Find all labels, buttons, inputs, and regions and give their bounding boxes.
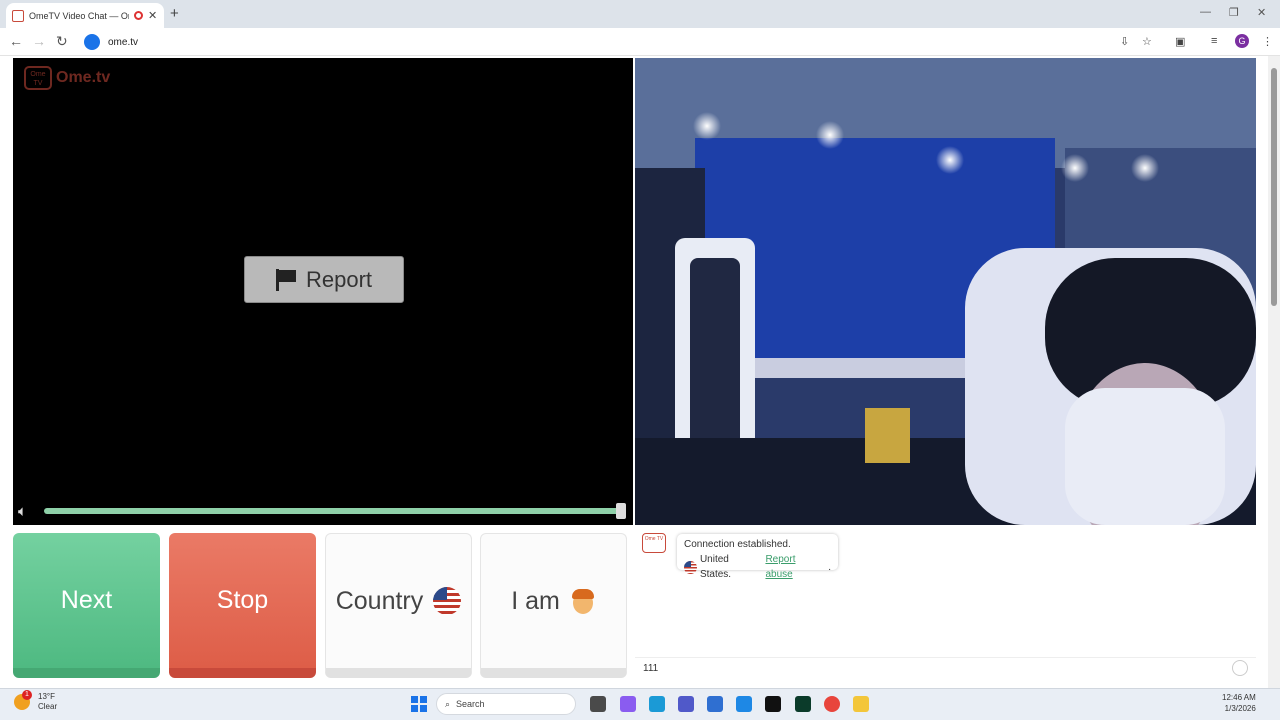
copilot-icon[interactable]	[620, 696, 636, 712]
weather-condition: Clear	[38, 702, 58, 711]
smiley-icon[interactable]	[1232, 660, 1248, 676]
new-tab-button[interactable]: +	[170, 5, 179, 22]
country-filter-button[interactable]: Country	[325, 533, 472, 678]
volume-slider[interactable]	[44, 508, 622, 514]
boy-emoji-icon	[570, 587, 596, 615]
chrome-icon[interactable]	[824, 696, 840, 712]
notification-badge: 1	[22, 690, 32, 700]
next-button[interactable]: Next	[13, 533, 160, 678]
tab-close-icon[interactable]: ✕	[148, 9, 157, 22]
clock-date: 1/3/2026	[1224, 704, 1256, 713]
gender-filter-button[interactable]: I am	[480, 533, 627, 678]
flag-icon	[275, 268, 296, 291]
address-bar[interactable]: ome.tv	[80, 31, 1140, 53]
windows-taskbar	[0, 688, 1280, 720]
url-text: ome.tv	[108, 36, 139, 48]
window-close-button[interactable]: ✕	[1257, 6, 1266, 19]
minimize-button[interactable]: —	[1200, 6, 1211, 18]
self-camera-video	[635, 58, 1256, 525]
menu-icon[interactable]: ⋮	[1262, 35, 1273, 48]
us-flag-small-icon	[684, 560, 697, 574]
forward-icon[interactable]: →	[32, 33, 46, 49]
ometv-chat-logo-icon: Ome TV	[642, 533, 666, 553]
clock-time: 12:46 AM	[1222, 693, 1256, 702]
site-info-icon[interactable]	[84, 34, 100, 50]
ometv-favicon-icon	[12, 9, 24, 22]
tab-title: OmeTV Video Chat — Ome	[29, 10, 129, 21]
reload-icon[interactable]: ↻	[56, 33, 68, 50]
report-button[interactable]: Report	[244, 256, 404, 303]
task-view-icon[interactable]	[590, 696, 606, 712]
camera-feed-image	[635, 58, 1256, 525]
volume-slider-handle[interactable]	[616, 503, 626, 519]
speaker-icon[interactable]: 🔈︎	[18, 503, 27, 520]
bookmark-star-icon[interactable]: ☆	[1142, 35, 1152, 48]
edge-icon[interactable]	[649, 696, 665, 712]
windows-start-icon[interactable]	[411, 696, 427, 712]
next-label: Next	[60, 586, 113, 614]
file-explorer-icon[interactable]	[853, 696, 869, 712]
system-message: Connection established. United States. R…	[677, 534, 838, 580]
browser-tab[interactable]: OmeTV Video Chat — Ome ✕	[6, 3, 164, 28]
search-placeholder: Search	[456, 699, 485, 709]
mail-icon[interactable]	[736, 696, 752, 712]
logo-text: Ome.tv	[56, 69, 111, 86]
connection-status-text: Connection established.	[684, 539, 791, 550]
profile-avatar[interactable]: G	[1235, 34, 1249, 48]
recording-indicator-icon	[134, 11, 143, 20]
search-icon: ⌕	[445, 698, 451, 709]
temperature: 13°F	[38, 692, 55, 701]
back-icon[interactable]: ←	[9, 33, 23, 49]
install-app-icon[interactable]: ⇩	[1120, 35, 1129, 48]
tab-strip	[0, 0, 1280, 28]
iam-label: I am	[511, 586, 560, 615]
stop-button[interactable]: Stop	[169, 533, 316, 678]
report-label: Report	[305, 266, 373, 292]
restore-button[interactable]: ❐	[1229, 6, 1239, 19]
system-clock[interactable]: 12:46 AM 1/3/2026	[1222, 692, 1256, 714]
store-icon[interactable]	[707, 696, 723, 712]
teams-icon[interactable]	[678, 696, 694, 712]
stop-label: Stop	[216, 586, 269, 614]
tiktok-icon[interactable]	[765, 696, 781, 712]
ometv-logo: Ome TV Ome.tv	[24, 66, 110, 90]
country-text: United States.	[699, 554, 732, 580]
weather-icon: 1	[14, 690, 32, 710]
media-controls-icon[interactable]: ≡	[1211, 35, 1217, 47]
extensions-icon[interactable]: ▣	[1175, 35, 1185, 48]
chat-input[interactable]: 111	[635, 657, 1256, 679]
report-abuse-link[interactable]: Report abuse	[765, 552, 825, 582]
scrollbar-thumb[interactable]	[1271, 68, 1277, 306]
taskbar-search[interactable]: ⌕ Search	[436, 693, 576, 715]
country-label: Country	[335, 586, 424, 615]
ometv-logo-icon: Ome TV	[24, 66, 52, 90]
weather-widget[interactable]: 1 13°F Clear	[14, 690, 58, 712]
app-icon[interactable]	[795, 696, 811, 712]
us-flag-icon	[433, 587, 462, 615]
